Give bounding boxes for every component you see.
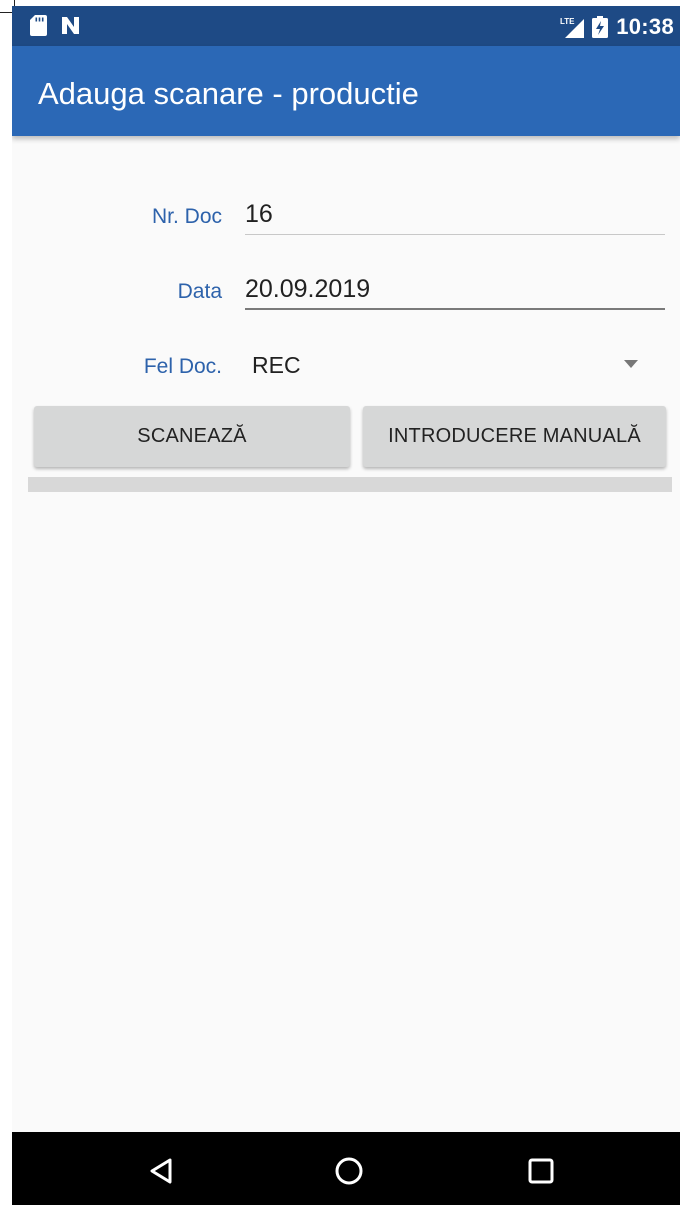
nr-doc-row: Nr. Doc 16: [12, 191, 680, 251]
fel-doc-label: Fel Doc.: [143, 355, 222, 378]
dropdown-arrow-icon[interactable]: [624, 360, 638, 368]
app-toolbar: Adauga scanare - productie: [12, 46, 680, 136]
recents-icon[interactable]: [526, 1156, 556, 1186]
svg-text:LTE: LTE: [560, 17, 575, 26]
manual-entry-button[interactable]: INTRODUCERE MANUALĂ: [363, 406, 666, 467]
fel-doc-spinner[interactable]: REC: [252, 352, 301, 379]
fel-doc-row[interactable]: Fel Doc. REC: [12, 341, 680, 401]
nr-doc-underline: [245, 234, 665, 235]
status-bar: LTE 10:38: [12, 6, 680, 46]
sd-card-icon: [30, 15, 47, 36]
battery-icon: [592, 16, 609, 38]
progress-bar: [28, 477, 672, 492]
scan-button[interactable]: SCANEAZĂ: [34, 406, 350, 467]
data-label: Data: [177, 280, 222, 303]
n-notification-icon: [62, 17, 79, 34]
lte-signal-icon: LTE: [560, 17, 585, 38]
page-title: Adauga scanare - productie: [38, 76, 419, 111]
phone-screen: LTE 10:38 Adauga scanare - productie Nr.…: [12, 6, 680, 1205]
date-field[interactable]: 20.09.2019: [245, 275, 665, 304]
nr-doc-field[interactable]: 16: [245, 200, 665, 229]
data-row: Data 20.09.2019: [12, 266, 680, 326]
date-underline: [245, 308, 665, 310]
nr-doc-label: Nr. Doc: [151, 205, 222, 228]
back-icon[interactable]: [146, 1156, 176, 1186]
navigation-bar: [12, 1132, 680, 1205]
status-clock: 10:38: [616, 14, 674, 39]
home-icon[interactable]: [334, 1156, 364, 1186]
